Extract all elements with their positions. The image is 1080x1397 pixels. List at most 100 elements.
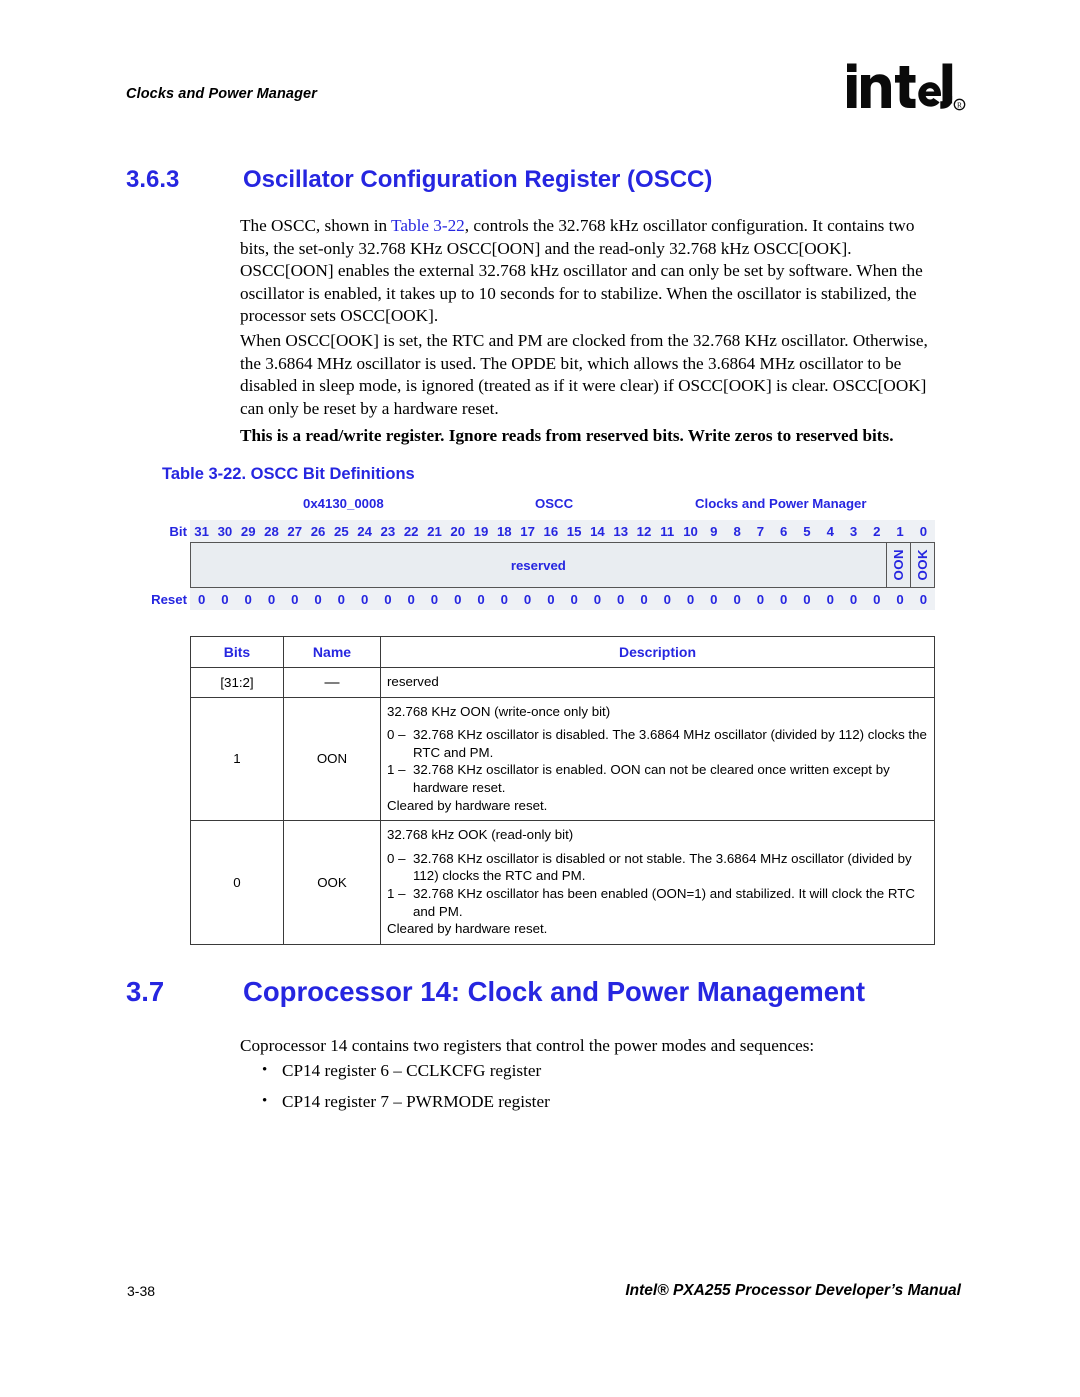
paragraph-1-lead: The OSCC, shown in <box>240 216 392 235</box>
enum-value: 32.768 KHz oscillator has been enabled (… <box>413 885 915 919</box>
list-item: CP14 register 6 – CCLKCFG register <box>258 1059 550 1082</box>
document-page: Clocks and Power Manager R 3.6.3 Oscilla… <box>0 0 1080 1397</box>
description-line: 32.768 kHz OOK (read-only bit) <box>387 827 574 843</box>
bit-number-5: 5 <box>803 523 811 539</box>
bit-number-27: 27 <box>287 523 303 539</box>
section-363-number: 3.6.3 <box>126 166 180 193</box>
register-field-oon: OON <box>885 543 910 587</box>
cp14-register-bullet-list: CP14 register 6 – CCLKCFG register CP14 r… <box>258 1059 550 1122</box>
register-unit: Clocks and Power Manager <box>695 496 867 511</box>
bit-number-17: 17 <box>520 523 535 539</box>
bit-number-22: 22 <box>403 523 419 539</box>
list-item: CP14 register 7 – PWRMODE register <box>258 1090 550 1113</box>
bit-number-20: 20 <box>450 523 466 539</box>
reset-value-bit-27: 0 <box>291 591 299 607</box>
reset-value-bit-7: 0 <box>756 591 765 607</box>
reset-value-bit-21: 0 <box>430 591 439 607</box>
reset-value-bit-3: 0 <box>849 591 858 607</box>
reset-value-bit-2: 0 <box>873 591 881 607</box>
register-name: OSCC <box>535 496 574 511</box>
intel-logo: R <box>846 63 966 125</box>
register-diagram-band: Bit 31 30 29 28 27 26 25 24 23 22 21 20 19 18 17 16 15 14… <box>151 520 935 610</box>
reset-value-bit-0: 0 <box>919 591 928 607</box>
section-363-paragraph-1: The OSCC, shown in Table 3-22, controls … <box>240 215 946 328</box>
table-row: 0 OOK 32.768 kHz OOK (read-only bit) 0 –32.… <box>190 820 935 945</box>
register-field-reserved: reserved <box>510 557 566 573</box>
reset-value-row: Reset 00000000000000000000000000000000 <box>151 588 935 610</box>
register-bit-diagram: 0x4130_0008 OSCC Clocks and Power Manage… <box>145 496 935 610</box>
bit-number-12: 12 <box>636 523 652 539</box>
bit-number-25: 25 <box>333 523 349 539</box>
reset-value-bit-26: 0 <box>314 591 322 607</box>
bit-number-18: 18 <box>496 523 512 539</box>
enum-key: 0 – <box>387 850 406 866</box>
bit-number-26: 26 <box>310 523 326 539</box>
description-line: Cleared by hardware reset. <box>387 797 548 813</box>
running-header: Clocks and Power Manager <box>126 86 317 102</box>
section-37-number: 3.7 <box>126 976 165 1007</box>
column-header-description: Description <box>380 636 935 668</box>
register-field-label-ook: OOK <box>914 549 930 581</box>
cell-bits: 1 <box>190 696 284 822</box>
bit-number-7: 7 <box>756 523 765 539</box>
description-enum-line: 0 – 32.768 KHz oscillator is disabled. Th… <box>387 726 930 761</box>
reset-value-bit-5: 0 <box>803 591 811 607</box>
bit-number-3: 3 <box>849 523 858 539</box>
table-row: 1 OON 32.768 KHz OON (write-once only bit)… <box>190 696 935 822</box>
cell-bits: [31:2] <box>190 667 284 698</box>
table-header-row: Bits Name Description <box>190 636 935 668</box>
cell-name: OON <box>283 696 381 822</box>
reset-value-bit-30: 0 <box>221 591 229 607</box>
reset-value-bit-13: 0 <box>617 591 625 607</box>
bit-number-29: 29 <box>240 523 256 539</box>
table-row: [31:2] — reserved <box>190 667 935 698</box>
cell-description: reserved <box>380 667 935 698</box>
bit-number-14: 14 <box>590 523 605 539</box>
bit-number-2: 2 <box>873 523 881 539</box>
reset-value-bit-11: 0 <box>663 591 671 607</box>
bit-number-0: 0 <box>919 523 928 539</box>
footer-page-number: 3-38 <box>127 1283 156 1299</box>
reset-row-label: Reset <box>151 591 187 607</box>
bit-number-9: 9 <box>710 523 718 539</box>
section-37-title: Coprocessor 14: Clock and Power Manageme… <box>243 976 865 1007</box>
reset-value-bit-15: 0 <box>570 591 578 607</box>
enum-value: 32.768 KHz oscillator is enabled. OON ca… <box>413 762 890 795</box>
description-enum-line: 1 – 32.768 KHz oscillator has been enable… <box>387 885 930 920</box>
enum-key: 1 – <box>387 885 406 901</box>
bit-number-16: 16 <box>543 523 559 539</box>
reset-value-bit-18: 0 <box>500 591 508 607</box>
bit-number-28: 28 <box>264 523 279 539</box>
cell-name: OOK <box>283 820 381 945</box>
reset-value-bit-22: 0 <box>407 591 415 607</box>
reset-value-bit-29: 0 <box>244 591 252 607</box>
table-3-22-caption: Table 3-22. OSCC Bit Definitions <box>162 465 415 483</box>
registered-mark-glyph: R <box>957 100 962 109</box>
enum-value: 32.768 KHz oscillator is disabled or not… <box>413 850 912 884</box>
register-field-label-oon: OON <box>890 549 906 581</box>
register-address: 0x4130_0008 <box>303 496 384 511</box>
bit-number-23: 23 <box>380 523 396 539</box>
bit-number-1: 1 <box>896 523 904 539</box>
cell-description: 32.768 kHz OOK (read-only bit) 0 – 32.768 … <box>380 820 935 945</box>
description-enum-line: 1 – 32.768 KHz oscillator is enabled. OON… <box>387 761 930 796</box>
reset-value-bit-17: 0 <box>523 591 532 607</box>
register-diagram-header: 0x4130_0008 OSCC Clocks and Power Manage… <box>190 496 935 520</box>
bit-number-11: 11 <box>660 523 675 539</box>
bit-number-row: Bit 31 30 29 28 27 26 25 24 23 22 21 20 19 18 17 16 15 14… <box>169 520 935 542</box>
reset-value-bit-12: 0 <box>640 591 648 607</box>
reset-value-bit-25: 0 <box>337 591 345 607</box>
bit-number-15: 15 <box>566 523 582 539</box>
bit-number-30: 30 <box>217 523 233 539</box>
reset-value-bit-9: 0 <box>710 591 718 607</box>
cell-bits: 0 <box>190 820 284 945</box>
bit-number-31: 31 <box>194 523 209 539</box>
register-field-row: reserved OON OOK <box>190 542 935 588</box>
table-3-22-crossref-link[interactable]: Table 3-22 <box>391 216 465 235</box>
bit-row-label: Bit <box>169 523 187 539</box>
section-363-paragraph-2: When OSCC[OOK] is set, the RTC and PM ar… <box>240 331 928 418</box>
description-line: 32.768 KHz OON (write-once only bit) <box>387 703 611 719</box>
bit-number-10: 10 <box>683 523 698 539</box>
description-line: Cleared by hardware reset. <box>387 921 548 937</box>
reset-value-bit-31: 0 <box>197 591 206 607</box>
